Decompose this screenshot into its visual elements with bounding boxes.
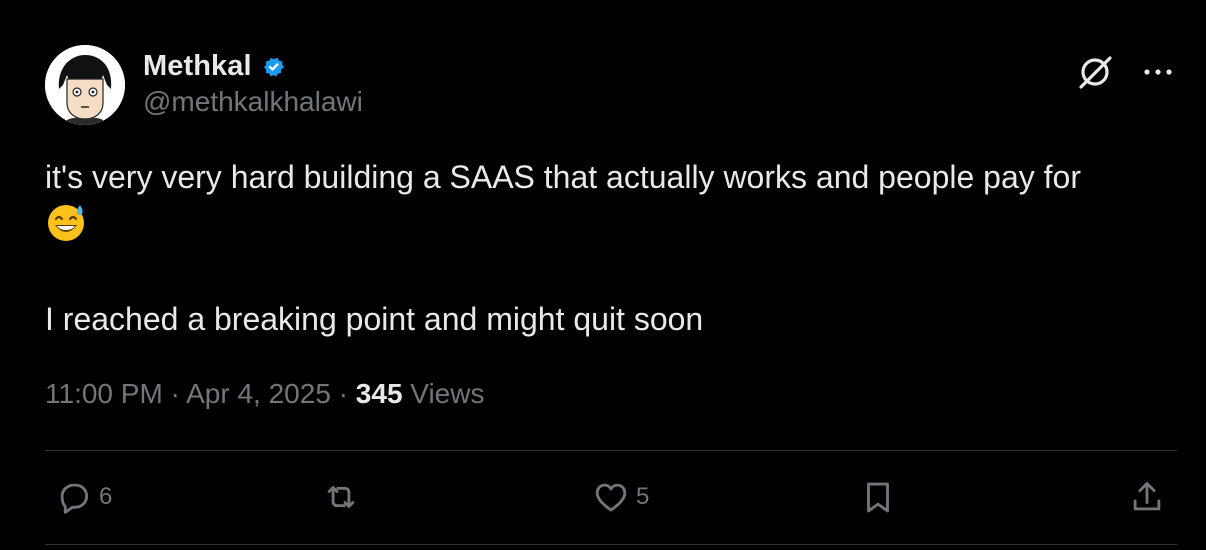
grok-icon[interactable] [1075, 52, 1115, 92]
views-label: Views [402, 378, 485, 409]
tweet-meta: 11:00 PM · Apr 4, 2025 · 345 Views [45, 378, 484, 410]
reply-button[interactable]: 6 [55, 478, 112, 516]
divider [45, 450, 1177, 451]
share-icon [1133, 482, 1161, 511]
like-count: 5 [636, 483, 650, 510]
tweet-paragraph-1: it's very very hard building a SAAS that… [45, 154, 1185, 248]
views-count[interactable]: 345 [356, 378, 403, 409]
author-name[interactable]: Methkal [143, 50, 252, 83]
like-button[interactable]: 5 [592, 478, 649, 516]
tweet-paragraph-2: I reached a breaking point and might qui… [45, 301, 704, 337]
tweet-line-1: it's very very hard building a SAAS that… [45, 159, 1081, 195]
meta-separator: · [330, 378, 356, 409]
more-options-icon[interactable] [1140, 58, 1176, 86]
author-handle[interactable]: @methkalkhalawi [143, 86, 363, 118]
tweet-date[interactable]: Apr 4, 2025 [186, 378, 331, 409]
retweet-icon [327, 486, 355, 508]
share-button[interactable] [1128, 478, 1166, 516]
bookmark-button[interactable] [859, 478, 897, 516]
grinning-sweat-emoji-icon [48, 205, 84, 241]
tweet-time[interactable]: 11:00 PM [45, 378, 163, 409]
reply-icon [60, 483, 89, 514]
retweet-button[interactable] [322, 478, 360, 516]
avatar[interactable] [45, 45, 125, 125]
meta-separator: · [162, 378, 187, 409]
reply-count: 6 [99, 483, 113, 510]
tweet-text: it's very very hard building a SAAS that… [45, 154, 1185, 343]
bookmark-icon [867, 482, 889, 513]
like-icon [595, 483, 627, 512]
divider [45, 544, 1177, 545]
verified-badge-icon[interactable] [258, 51, 289, 82]
grinning-sweat-emoji [45, 201, 87, 243]
author-row: Methkal [143, 46, 289, 86]
avatar-illustration [45, 45, 125, 125]
tweet-card: Methkal @methkalkhalawi it's very very h… [0, 0, 1206, 550]
